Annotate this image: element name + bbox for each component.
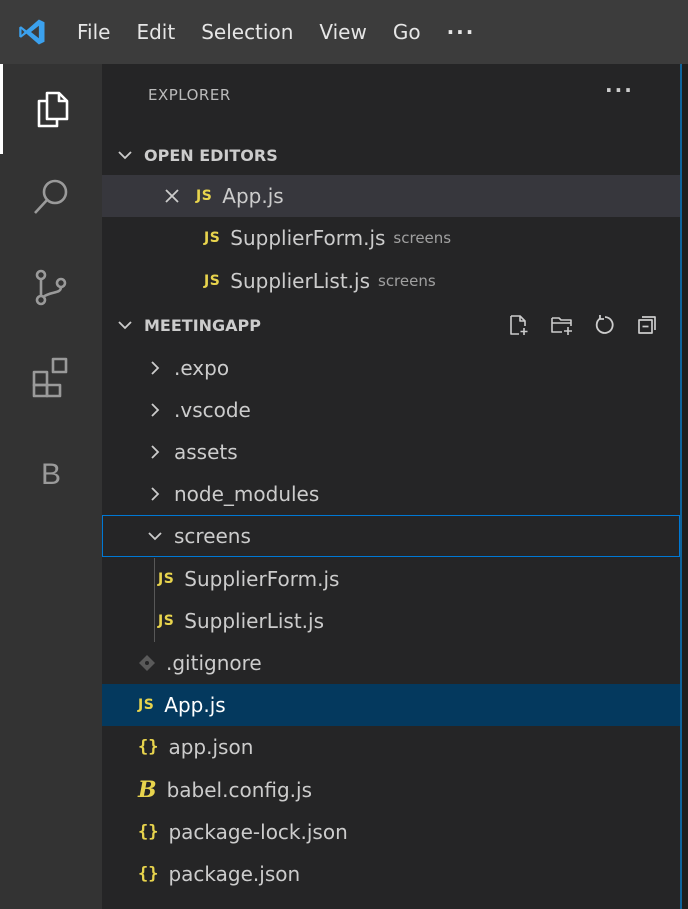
source-control-icon	[35, 269, 67, 306]
folder-expo[interactable]: .expo	[102, 347, 680, 389]
chevron-down-icon	[144, 525, 166, 547]
menu-selection[interactable]: Selection	[188, 0, 306, 64]
menu-file[interactable]: File	[64, 0, 123, 64]
menu-go[interactable]: Go	[380, 0, 434, 64]
explorer-sidebar: EXPLORER ··· OPEN EDITORS JS App.js JS S…	[102, 64, 680, 909]
explorer-more-button[interactable]: ···	[605, 78, 634, 102]
json-file-icon: {}	[138, 737, 159, 757]
open-editors-label: OPEN EDITORS	[144, 145, 278, 165]
js-file-icon: JS	[196, 188, 213, 204]
project-actions	[508, 314, 658, 336]
file-description: screens	[378, 272, 436, 290]
explorer-title: EXPLORER	[148, 86, 231, 104]
activity-b-extension[interactable]: B	[0, 430, 102, 520]
chevron-down-icon	[114, 314, 136, 336]
file-package-lock-json[interactable]: {} package-lock.json	[102, 811, 680, 853]
open-editor-supplierform-js[interactable]: JS SupplierForm.js screens	[102, 217, 680, 259]
extensions-icon	[32, 357, 68, 398]
menu-more-button[interactable]: ···	[434, 0, 489, 64]
collapse-all-icon[interactable]	[636, 314, 658, 336]
chevron-right-icon	[144, 357, 166, 379]
file-name: SupplierForm.js	[230, 226, 386, 250]
chevron-right-icon	[144, 441, 166, 463]
file-app-json[interactable]: {} app.json	[102, 726, 680, 768]
file-supplierform-js[interactable]: JS SupplierForm.js	[102, 558, 680, 600]
activity-extensions[interactable]	[0, 332, 102, 422]
file-babel-config-js[interactable]: B babel.config.js	[102, 769, 680, 811]
vscode-logo-icon	[0, 0, 64, 64]
file-name: SupplierForm.js	[184, 567, 340, 591]
js-file-icon: JS	[158, 571, 175, 587]
search-icon	[34, 179, 68, 214]
open-editors-header[interactable]: OPEN EDITORS	[102, 134, 680, 176]
folder-name: assets	[174, 440, 238, 464]
folder-name: .vscode	[174, 398, 251, 422]
file-name: App.js	[164, 693, 226, 717]
activity-source-control[interactable]	[0, 242, 102, 332]
file-app-js[interactable]: JS App.js	[102, 684, 680, 726]
activity-bar: B	[0, 64, 102, 909]
menu-edit[interactable]: Edit	[123, 0, 188, 64]
chevron-right-icon	[144, 483, 166, 505]
sash-accent	[680, 64, 682, 909]
folder-node-modules[interactable]: node_modules	[102, 473, 680, 515]
js-file-icon: JS	[204, 273, 221, 289]
files-icon	[37, 91, 68, 128]
menu-view[interactable]: View	[306, 0, 379, 64]
new-file-icon[interactable]	[508, 314, 530, 336]
file-gitignore[interactable]: .gitignore	[102, 642, 680, 684]
chevron-right-icon	[144, 399, 166, 421]
refresh-icon[interactable]	[594, 314, 616, 336]
open-editor-supplierlist-js[interactable]: JS SupplierList.js screens	[102, 260, 680, 302]
activity-explorer[interactable]	[0, 64, 102, 154]
file-name: app.json	[168, 735, 254, 759]
file-name: package.json	[168, 862, 301, 886]
new-folder-icon[interactable]	[550, 314, 574, 336]
folder-assets[interactable]: assets	[102, 431, 680, 473]
close-icon[interactable]	[164, 188, 180, 204]
open-editor-app-js[interactable]: JS App.js	[102, 175, 680, 217]
folder-name: .expo	[174, 356, 230, 380]
file-name: babel.config.js	[166, 778, 313, 802]
git-file-icon	[138, 654, 156, 672]
activity-search[interactable]	[0, 152, 102, 242]
chevron-down-icon	[114, 144, 136, 166]
babel-file-icon: B	[138, 777, 157, 803]
b-extension-icon: B	[40, 458, 61, 491]
file-name: SupplierList.js	[230, 269, 370, 293]
file-name: SupplierList.js	[184, 609, 324, 633]
title-bar: File Edit Selection View Go ···	[0, 0, 688, 64]
folder-name: screens	[174, 524, 251, 548]
editor-edge	[680, 64, 688, 909]
project-header[interactable]: MEETINGAPP	[102, 304, 680, 346]
file-description: screens	[393, 229, 452, 247]
js-file-icon: JS	[204, 230, 221, 246]
folder-screens[interactable]: screens	[102, 515, 680, 557]
file-supplierlist-js[interactable]: JS SupplierList.js	[102, 600, 680, 642]
folder-name: node_modules	[174, 482, 320, 506]
json-file-icon: {}	[138, 822, 159, 842]
folder-vscode[interactable]: .vscode	[102, 389, 680, 431]
project-label: MEETINGAPP	[144, 315, 262, 335]
file-package-json[interactable]: {} package.json	[102, 853, 680, 895]
json-file-icon: {}	[138, 864, 159, 884]
js-file-icon: JS	[138, 697, 155, 713]
file-name: .gitignore	[166, 651, 262, 675]
js-file-icon: JS	[158, 613, 175, 629]
file-name: App.js	[222, 184, 284, 208]
file-name: package-lock.json	[168, 820, 348, 844]
